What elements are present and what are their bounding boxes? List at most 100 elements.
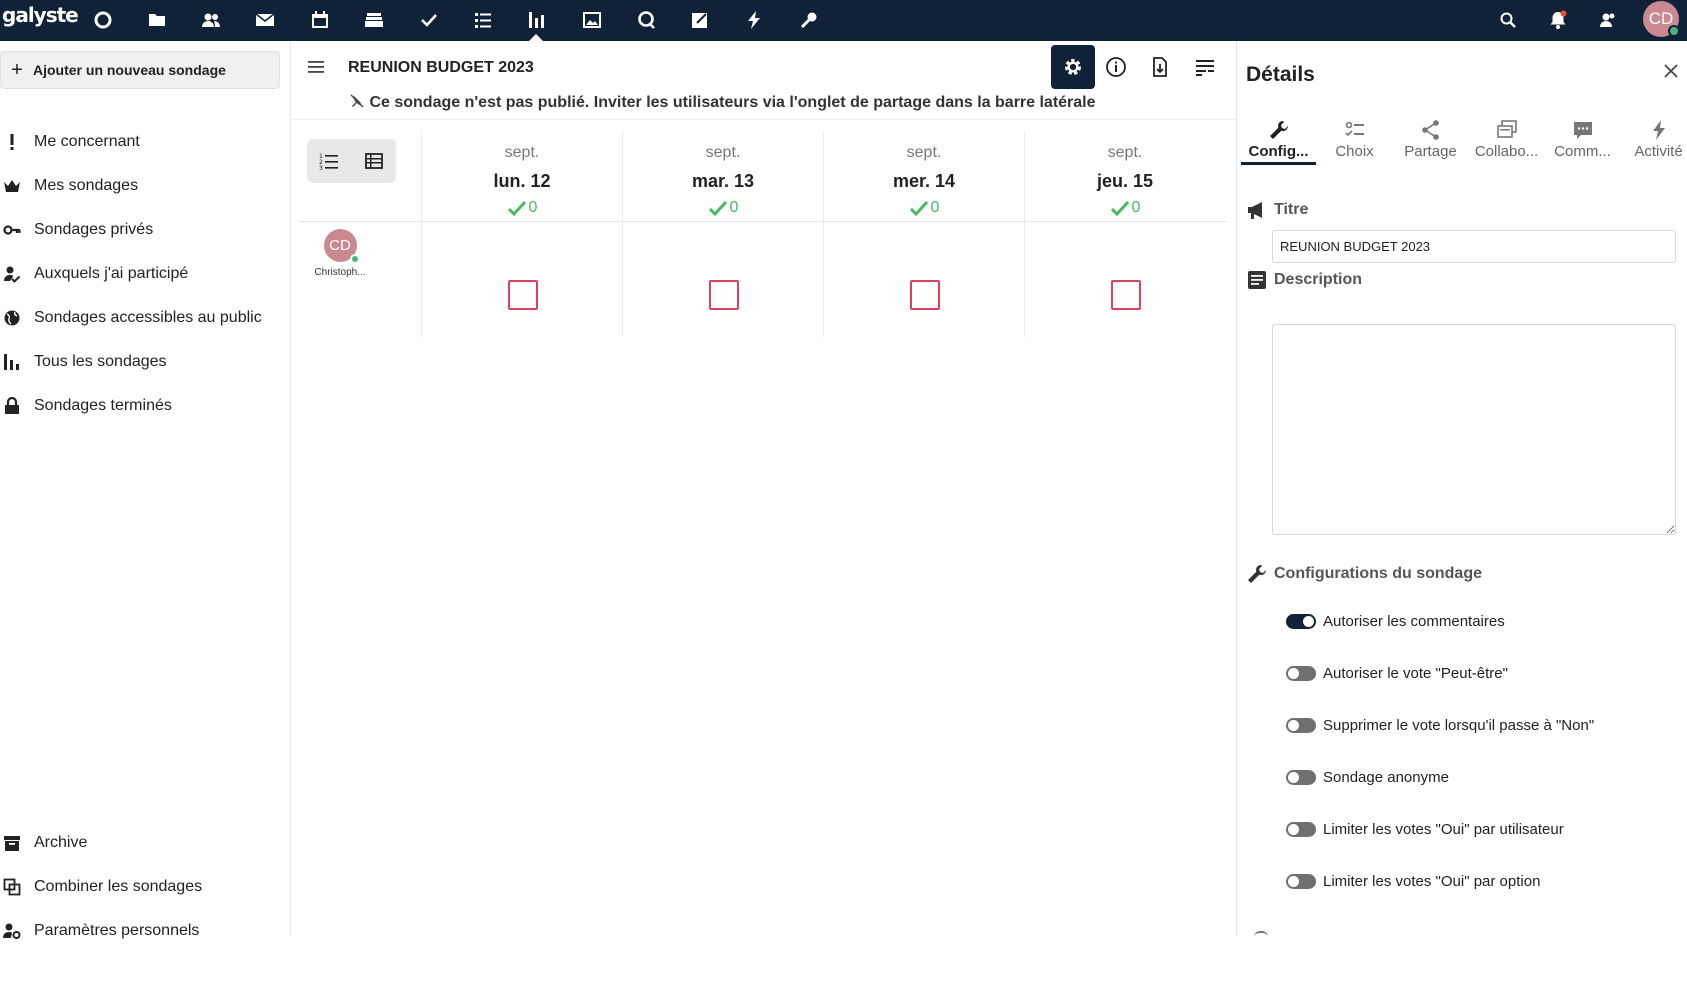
vote-checkbox[interactable] [709, 280, 739, 310]
check-icon [909, 200, 928, 217]
toggle-switch[interactable] [1286, 717, 1316, 733]
nav-item-all-polls[interactable]: Tous les sondages [0, 343, 290, 381]
online-status-indicator [349, 254, 360, 264]
toggle-label: Limiter les votes "Oui" par utilisateur [1323, 820, 1564, 838]
details-sidebar: Détails Config... Choix Partage Collabo.… [1236, 41, 1687, 936]
tasks-icon[interactable] [413, 4, 445, 36]
tab-sharing[interactable]: Partage [1393, 113, 1468, 165]
add-poll-label: Ajouter un nouveau sondage [33, 62, 226, 78]
crown-icon [0, 177, 34, 195]
info-icon [1106, 57, 1126, 77]
toggle-switch[interactable] [1286, 613, 1316, 629]
nav-item-participated[interactable]: Auxquels j'ai participé [0, 255, 290, 293]
calendar-icon[interactable] [304, 4, 336, 36]
nav-item-personal-settings[interactable]: Paramètres personnels [0, 912, 290, 950]
sort-options-button[interactable] [1183, 45, 1227, 89]
tab-configuration[interactable]: Config... [1241, 113, 1316, 165]
photos-icon[interactable] [576, 4, 608, 36]
nav-item-closed-polls[interactable]: Sondages terminés [0, 387, 290, 425]
hamburger-menu-icon[interactable] [305, 56, 327, 78]
config-section-heading: Configurations du sondage [1246, 563, 1482, 585]
toggle-switch[interactable] [1286, 873, 1316, 889]
participant-entry[interactable]: CD Christoph... [305, 229, 375, 278]
anonymous-poll-toggle[interactable]: Sondage anonyme [1286, 765, 1449, 789]
limit-yes-per-user-toggle[interactable]: Limiter les votes "Oui" par utilisateur [1286, 817, 1564, 841]
files-icon[interactable] [141, 4, 173, 36]
list-icon[interactable] [467, 4, 499, 36]
app-logo[interactable]: galyste [2, 3, 79, 27]
svg-text:3: 3 [319, 165, 323, 171]
option-month: sept. [1107, 144, 1143, 161]
poll-description-input[interactable] [1272, 324, 1676, 535]
nav-item-label: Auxquels j'ai participé [34, 265, 189, 282]
delete-vote-on-no-toggle[interactable]: Supprimer le vote lorsqu'il passe à "Non… [1286, 713, 1594, 737]
nav-item-private-polls[interactable]: Sondages privés [0, 211, 290, 249]
plus-icon: + [11, 58, 23, 81]
deck-icon[interactable] [358, 4, 390, 36]
vote-checkbox[interactable] [910, 280, 940, 310]
user-avatar[interactable]: CD [1643, 1, 1680, 37]
account-check-icon [0, 265, 34, 283]
mail-icon[interactable] [249, 4, 281, 36]
notifications-icon[interactable] [1542, 4, 1574, 36]
file-download-icon [1153, 57, 1167, 77]
tab-collaboration[interactable]: Collabo... [1469, 113, 1544, 165]
choices-icon [1344, 121, 1364, 137]
nav-item-public-polls[interactable]: Sondages accessibles au public [0, 299, 290, 337]
limit-yes-per-option-toggle[interactable]: Limiter les votes "Oui" par option [1286, 869, 1540, 893]
talk-icon[interactable] [630, 4, 662, 36]
comment-icon [1573, 122, 1592, 139]
close-icon[interactable] [1659, 59, 1683, 83]
tab-comments[interactable]: Comm... [1545, 113, 1620, 165]
allow-maybe-toggle[interactable]: Autoriser le vote "Peut-être" [1286, 661, 1508, 685]
export-button[interactable] [1138, 45, 1182, 89]
contacts-menu-icon[interactable] [1592, 4, 1624, 36]
toggle-label: Sondage anonyme [1323, 768, 1449, 786]
contacts-icon[interactable] [195, 4, 227, 36]
yes-count-value: 0 [1131, 199, 1141, 216]
poll-title-input[interactable] [1272, 230, 1676, 263]
nav-item-my-polls[interactable]: Mes sondages [0, 167, 290, 205]
nav-item-label: Archive [34, 834, 88, 851]
list-view-button[interactable]: 123 [307, 139, 352, 183]
activity-icon[interactable] [738, 4, 770, 36]
nav-item-archive[interactable]: Archive [0, 824, 290, 862]
numbered-list-icon: 123 [319, 153, 339, 171]
nav-item-label: Sondages privés [34, 221, 154, 238]
settings-button[interactable] [1051, 45, 1095, 89]
key-icon [0, 221, 34, 239]
nav-item-combine-polls[interactable]: Combiner les sondages [0, 868, 290, 906]
toggle-label: Autoriser les commentaires [1323, 612, 1505, 630]
search-icon[interactable] [1492, 4, 1524, 36]
add-poll-button[interactable]: + Ajouter un nouveau sondage [0, 51, 280, 89]
option-month: sept. [705, 144, 741, 161]
polls-icon[interactable] [521, 4, 553, 36]
nav-item-label: Me concernant [34, 133, 140, 150]
info-button[interactable] [1094, 45, 1138, 89]
option-day: mer. 14 [892, 171, 956, 191]
participant-avatar: CD [323, 229, 360, 264]
toggle-switch[interactable] [1286, 769, 1316, 785]
lightning-icon [1652, 120, 1665, 140]
tab-choices[interactable]: Choix [1317, 113, 1392, 165]
table-view-button[interactable] [352, 139, 397, 183]
yes-count: 0 [1025, 198, 1225, 218]
vote-checkbox[interactable] [1111, 280, 1141, 310]
option-month: sept. [504, 144, 540, 161]
tab-label: Partage [1404, 143, 1457, 160]
dashboard-icon[interactable] [87, 4, 119, 36]
nav-item-label: Paramètres personnels [34, 922, 200, 939]
wrench-icon [1248, 565, 1266, 583]
tab-label: Config... [1248, 143, 1309, 160]
yes-count: 0 [824, 198, 1024, 218]
allow-comments-toggle[interactable]: Autoriser les commentaires [1286, 609, 1505, 633]
toggle-switch[interactable] [1286, 821, 1316, 837]
notes-icon[interactable] [684, 4, 716, 36]
nav-item-relevant[interactable]: Me concernant [0, 123, 290, 161]
toggle-switch[interactable] [1286, 665, 1316, 681]
tab-activity[interactable]: Activité [1621, 113, 1687, 165]
yes-count-value: 0 [528, 199, 538, 216]
yes-count-value: 0 [930, 199, 940, 216]
passwords-icon[interactable] [793, 4, 825, 36]
vote-checkbox[interactable] [508, 280, 538, 310]
